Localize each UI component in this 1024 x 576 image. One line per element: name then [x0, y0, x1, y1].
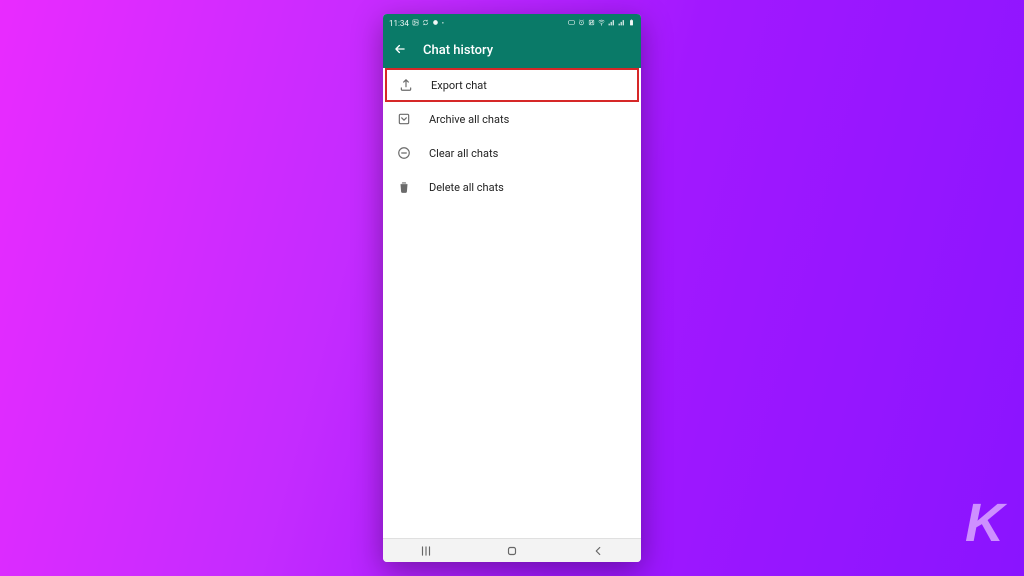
phone-frame: 11:34 •: [383, 14, 641, 562]
status-right: [568, 19, 635, 28]
signal-icon: [608, 19, 615, 28]
clear-icon: [397, 146, 411, 160]
alarm-icon: [578, 19, 585, 28]
status-time: 11:34: [389, 19, 409, 28]
hd-icon: [568, 19, 575, 28]
menu-item-label: Export chat: [431, 79, 487, 92]
status-left: 11:34 •: [389, 19, 444, 28]
watermark-letter: K: [965, 496, 1004, 550]
menu-item-label: Archive all chats: [429, 113, 509, 126]
background: 11:34 •: [0, 0, 1024, 576]
archive-icon: [397, 112, 411, 126]
nav-home-button[interactable]: [504, 543, 520, 559]
android-nav-bar: [383, 538, 641, 562]
wifi-icon: [598, 19, 605, 28]
badge-icon: [432, 19, 439, 28]
status-bar: 11:34 •: [383, 14, 641, 32]
nav-back-button[interactable]: [590, 543, 606, 559]
image-icon: [412, 19, 419, 28]
signal-icon: [618, 19, 625, 28]
cycle-icon: [422, 19, 429, 28]
menu-item-label: Delete all chats: [429, 181, 504, 194]
watermark-logo: K: [963, 496, 1004, 550]
menu-item-export-chat[interactable]: Export chat: [385, 68, 639, 102]
menu-item-delete-all[interactable]: Delete all chats: [383, 170, 641, 204]
menu-item-clear-all[interactable]: Clear all chats: [383, 136, 641, 170]
nav-recents-button[interactable]: [418, 543, 434, 559]
menu-item-archive-all[interactable]: Archive all chats: [383, 102, 641, 136]
menu-item-label: Clear all chats: [429, 147, 498, 160]
app-bar: Chat history: [383, 32, 641, 68]
settings-list: Export chat Archive all chats Clear all …: [383, 68, 641, 538]
nfc-icon: [588, 19, 595, 28]
battery-icon: [628, 19, 635, 28]
export-icon: [399, 78, 413, 92]
page-title: Chat history: [423, 43, 493, 58]
dot-icon: •: [442, 20, 444, 27]
back-arrow-icon[interactable]: [393, 41, 407, 60]
delete-icon: [397, 180, 411, 194]
